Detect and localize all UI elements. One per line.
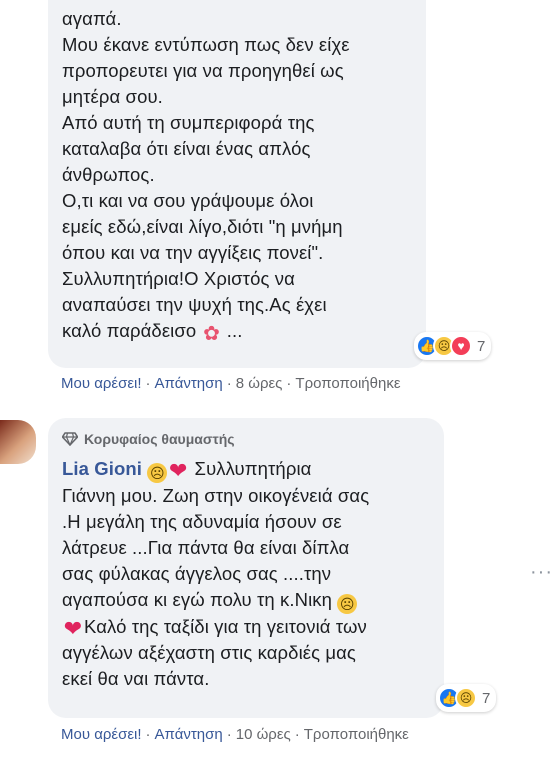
love-reaction-icon: ♥ bbox=[450, 335, 472, 357]
comment-bubble-2: Κορυφαίος θαυμαστής Lia Gioni ☹ ❤ Συλλυπη… bbox=[48, 418, 444, 718]
comment-line: Συλλυπητήρια!Ο Χριστός να bbox=[62, 268, 295, 289]
comment-line: άνθρωπος. bbox=[62, 164, 155, 185]
reactions-summary-1[interactable]: 👍 ☹ ♥ 7 bbox=[414, 332, 492, 360]
comment-line: Μου έκανε εντύπωση πως δεν είχε bbox=[62, 34, 350, 55]
comment-line-text: Καλό της ταξίδι για τη γειτονιά των bbox=[84, 616, 367, 637]
heart-emoji-icon: ❤ bbox=[63, 616, 83, 641]
comment-line: αγγέλων αξέχαστη στις καρδιές μας bbox=[62, 642, 356, 663]
avatar[interactable] bbox=[0, 420, 36, 464]
timestamp-link[interactable]: 10 ώρες bbox=[236, 726, 291, 743]
comment-line: Γιάννη μου. Ζωη στην οικογένειά σας bbox=[62, 485, 370, 506]
comment-line-text: αγαπούσα κι εγώ πολυ τη κ.Νικη bbox=[62, 589, 333, 610]
reactions-summary-2[interactable]: 👍 ☹ 7 bbox=[436, 684, 497, 712]
reaction-count: 7 bbox=[477, 337, 486, 355]
edited-label[interactable]: Τροποποιήθηκε bbox=[295, 375, 400, 392]
comment-line-first: Lia Gioni ☹ ❤ Συλλυπητήρια bbox=[62, 456, 430, 483]
reply-link[interactable]: Απάντηση bbox=[155, 375, 223, 392]
separator: · bbox=[286, 375, 292, 392]
comment-line: καταλαβα ότι είναι ένας απλός bbox=[62, 138, 311, 159]
sad-reaction-icon: ☹ bbox=[455, 687, 477, 709]
comment-line: αναπαύσει την ψυχή της.Ας έχει bbox=[62, 294, 327, 315]
comment-line: εμείς εδώ,είναι λίγο,διότι "η μνήμη bbox=[62, 216, 343, 237]
comment-line-text: Συλλυπητήρια bbox=[194, 458, 312, 479]
reply-link[interactable]: Απάντηση bbox=[155, 726, 223, 743]
badge-label: Κορυφαίος θαυμαστής bbox=[84, 431, 235, 447]
comment-1-text: αγαπά. Μου έκανε εντύπωση πως δεν είχε π… bbox=[62, 6, 412, 344]
comment-line: ❤Καλό της ταξίδι για τη γειτονιά των bbox=[62, 614, 430, 640]
comment-line: μητέρα σου. bbox=[62, 86, 163, 107]
comment-line: προπορευτει για να προηγηθεί ως bbox=[62, 60, 344, 81]
comment-line: λάτρευε ...Για πάντα θα είναι δίπλα bbox=[62, 537, 350, 558]
sad-emoji-icon: ☹ bbox=[147, 463, 168, 483]
comment-line: Ο,τι και να σου γράψουμε όλοι bbox=[62, 190, 314, 211]
timestamp-link[interactable]: 8 ώρες bbox=[236, 375, 283, 392]
comment-line-last: καλό παράδεισο ✿ ... bbox=[62, 318, 412, 344]
sad-emoji-icon: ☹ bbox=[337, 594, 358, 614]
like-link[interactable]: Μου αρέσει! bbox=[61, 726, 142, 743]
like-link[interactable]: Μου αρέσει! bbox=[61, 375, 142, 392]
author-name[interactable]: Lia Gioni bbox=[62, 458, 142, 479]
top-fan-badge[interactable]: Κορυφαίος θαυμαστής bbox=[62, 428, 430, 450]
comment-line: Από αυτή τη συμπεριφορά της bbox=[62, 112, 315, 133]
comment-line: όπου και να την αγγίξεις πονεί". bbox=[62, 242, 324, 263]
comment-line: αγαπούσα κι εγώ πολυ τη κ.Νικη ☹ bbox=[62, 587, 430, 614]
more-options-icon[interactable]: ··· bbox=[530, 561, 553, 584]
separator: · bbox=[226, 375, 232, 392]
separator: · bbox=[145, 375, 151, 392]
edited-label[interactable]: Τροποποιήθηκε bbox=[304, 726, 409, 743]
see-more-ellipsis[interactable]: ... bbox=[227, 320, 243, 341]
comment-line: σας φύλακας άγγελος σας ....την bbox=[62, 563, 332, 584]
separator: · bbox=[145, 726, 151, 743]
comment-bubble-1: αγαπά. Μου έκανε εντύπωση πως δεν είχε π… bbox=[48, 0, 426, 368]
comment-line: .Η μεγάλη της αδυναμία ήσουν σε bbox=[62, 511, 342, 532]
separator: · bbox=[294, 726, 300, 743]
tulip-emoji-icon: ✿ bbox=[203, 323, 220, 345]
comment-line-text: καλό παράδεισο bbox=[62, 320, 197, 341]
reaction-count: 7 bbox=[482, 689, 491, 707]
separator: · bbox=[226, 726, 232, 743]
heart-emoji-icon: ❤ bbox=[169, 458, 188, 483]
comment-2-text: Lia Gioni ☹ ❤ Συλλυπητήρια Γιάννη μου. Ζω… bbox=[62, 456, 430, 692]
comment-line: αγαπά. bbox=[62, 8, 122, 29]
comment-2-actions: Μου αρέσει! · Απάντηση · 10 ώρες · Τροποποιήθη… bbox=[61, 726, 409, 743]
comment-line: εκεί θα ναι πάντα. bbox=[62, 668, 210, 689]
diamond-icon bbox=[62, 432, 78, 446]
comment-1-actions: Μου αρέσει! · Απάντηση · 8 ώρες · Τροποποιήθηκ… bbox=[61, 375, 401, 392]
